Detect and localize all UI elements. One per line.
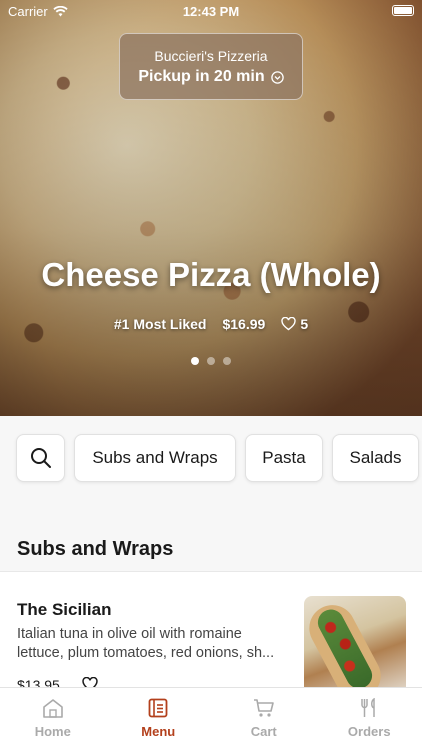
rank-label: #1 Most Liked bbox=[113, 316, 207, 332]
menu-icon bbox=[148, 698, 168, 718]
hero-banner[interactable]: Carrier 12:43 PM Buccieri's Pizzeria Pic… bbox=[0, 0, 422, 416]
category-bar: Subs and Wraps Pasta Salads bbox=[0, 416, 422, 502]
home-icon bbox=[42, 699, 63, 718]
search-button[interactable] bbox=[16, 434, 65, 482]
chevron-down-icon bbox=[270, 70, 284, 84]
carousel-dot[interactable] bbox=[191, 357, 199, 365]
item-price: $13.95 bbox=[17, 677, 60, 687]
category-chip-pasta[interactable]: Pasta bbox=[245, 434, 323, 482]
heart-icon bbox=[281, 317, 297, 331]
carousel-dot[interactable] bbox=[207, 357, 215, 365]
store-name: Buccieri's Pizzeria bbox=[154, 48, 268, 64]
item-name: The Sicilian bbox=[17, 600, 112, 619]
orders-icon bbox=[361, 698, 375, 717]
clock: 12:43 PM bbox=[182, 4, 240, 19]
tab-bar: Home Menu Cart Orders bbox=[0, 687, 422, 750]
category-chip-salads[interactable]: Salads bbox=[332, 434, 419, 482]
battery-icon bbox=[392, 5, 414, 16]
featured-price: $16.99 bbox=[222, 316, 266, 332]
tab-label-menu: Menu bbox=[141, 724, 176, 739]
cart-icon bbox=[253, 699, 274, 717]
carousel-page-indicator[interactable] bbox=[0, 357, 422, 365]
heart-icon[interactable] bbox=[82, 677, 98, 687]
pickup-time: Pickup in 20 min bbox=[138, 68, 265, 85]
search-icon bbox=[30, 448, 51, 468]
tab-orders[interactable]: Orders bbox=[317, 688, 422, 750]
featured-item-meta: #1 Most Liked $16.99 5 bbox=[0, 316, 422, 332]
item-description: Italian tuna in olive oil with romaine l… bbox=[17, 626, 275, 661]
tab-cart[interactable]: Cart bbox=[211, 688, 317, 750]
item-thumbnail bbox=[304, 596, 406, 687]
tab-label-orders: Orders bbox=[347, 724, 391, 739]
pickup-selector[interactable]: Buccieri's Pizzeria Pickup in 20 min bbox=[119, 33, 303, 100]
tab-label-cart: Cart bbox=[250, 724, 277, 739]
section-title: Subs and Wraps bbox=[17, 538, 174, 560]
like-count: 5 bbox=[300, 316, 309, 332]
tab-label-home: Home bbox=[34, 724, 71, 739]
carousel-dot[interactable] bbox=[223, 357, 231, 365]
menu-item-card[interactable]: The Sicilian Italian tuna in olive oil w… bbox=[0, 571, 422, 687]
featured-item-title: Cheese Pizza (Whole) bbox=[41, 256, 381, 293]
tab-menu[interactable]: Menu bbox=[106, 688, 212, 750]
status-bar: Carrier 12:43 PM bbox=[0, 0, 422, 22]
tab-home[interactable]: Home bbox=[0, 688, 106, 750]
category-chip-subs-and-wraps[interactable]: Subs and Wraps bbox=[74, 434, 236, 482]
